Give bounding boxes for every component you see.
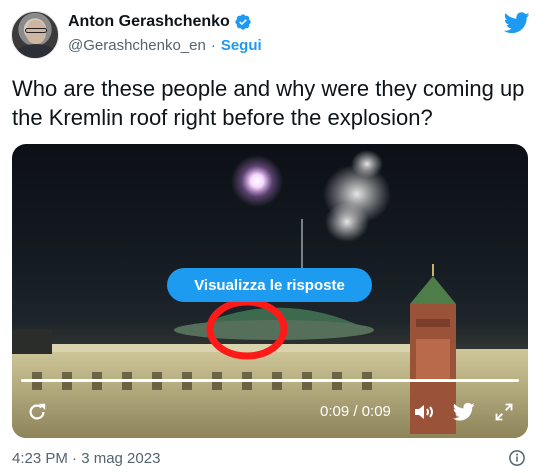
separator-dot: · (210, 37, 216, 54)
video-time: 0:09 / 0:09 (320, 403, 391, 420)
author-name-row: Anton Gerashchenko (68, 13, 252, 31)
follow-button[interactable]: Segui (221, 37, 262, 54)
verified-badge-icon (235, 14, 251, 30)
author-handle[interactable]: @Gerashchenko_en (68, 37, 206, 54)
video-progress-fill (21, 379, 519, 382)
volume-icon[interactable] (412, 400, 436, 424)
tweet-text: Who are these people and why were they c… (12, 76, 525, 130)
avatar[interactable] (11, 11, 59, 59)
twitter-small-icon[interactable] (453, 400, 475, 424)
author-display-name[interactable]: Anton Gerashchenko (68, 13, 230, 31)
replay-icon[interactable] (26, 400, 48, 424)
tweet-card: Anton Gerashchenko @Gerashchenko_en · Se… (0, 0, 550, 473)
view-replies-button[interactable]: Visualizza le risposte (167, 268, 372, 302)
video-player[interactable]: Visualizza le risposte 0:09 / 0:09 (12, 144, 528, 438)
info-icon[interactable] (508, 449, 526, 467)
twitter-bird-icon[interactable] (504, 12, 530, 34)
video-progress-bar[interactable] (21, 379, 519, 382)
fullscreen-icon[interactable] (494, 400, 514, 424)
author-handle-row: @Gerashchenko_en · Segui (68, 37, 262, 54)
tweet-timestamp[interactable]: 4:23 PM · 3 mag 2023 (12, 450, 160, 467)
